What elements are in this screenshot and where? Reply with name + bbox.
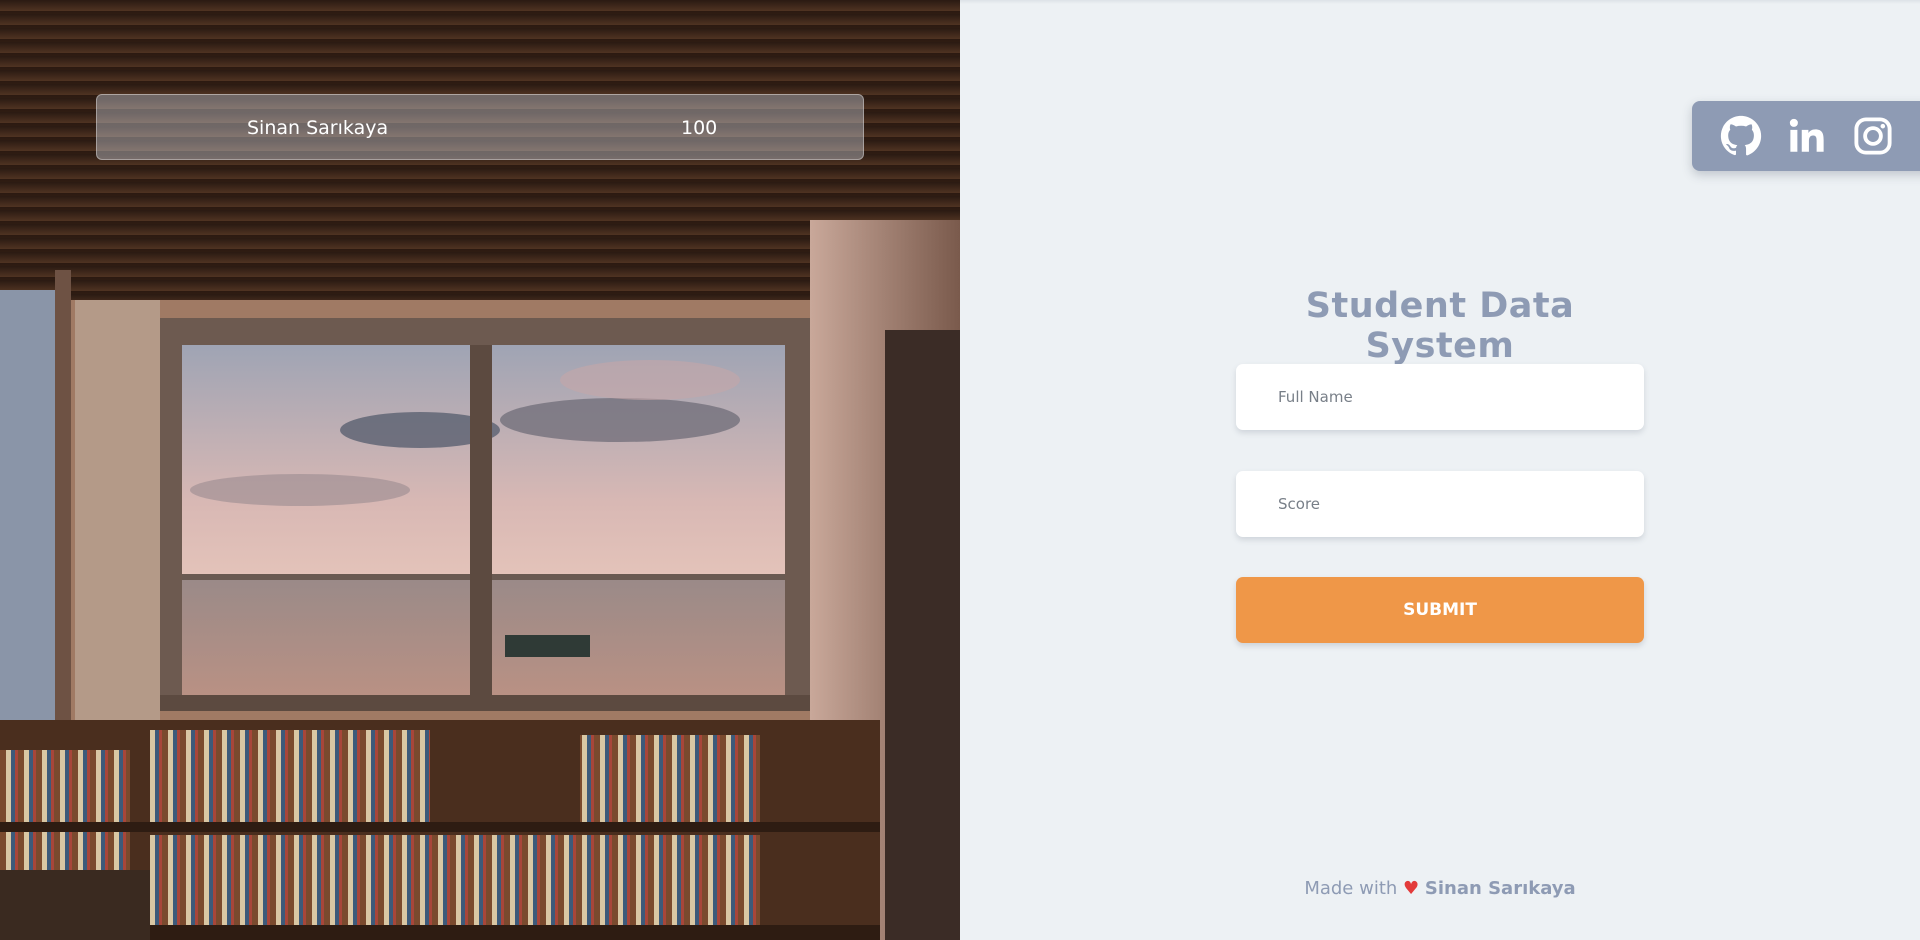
background-photo-panel: Sinan Sarıkaya 100 [0, 0, 960, 940]
student-form: Student Data System SUBMIT [1236, 286, 1644, 643]
page-title: Student Data System [1305, 286, 1575, 366]
footer-author-link[interactable]: Sinan Sarıkaya [1425, 878, 1576, 899]
record-name: Sinan Sarıkaya [247, 117, 389, 139]
social-links-bar [1692, 101, 1920, 171]
github-icon[interactable] [1720, 115, 1762, 157]
score-input[interactable] [1236, 471, 1644, 537]
instagram-icon[interactable] [1852, 115, 1894, 157]
student-record-list: Sinan Sarıkaya 100 [96, 94, 864, 160]
linkedin-icon[interactable] [1786, 115, 1828, 157]
submit-button[interactable]: SUBMIT [1236, 577, 1644, 643]
footer: Made with ♥ Sinan Sarıkaya [960, 878, 1920, 899]
heart-icon: ♥ [1403, 878, 1420, 899]
record-score: 100 [681, 117, 718, 139]
footer-prefix: Made with [1304, 878, 1398, 899]
record-row: Sinan Sarıkaya 100 [96, 94, 864, 160]
header-shadow [960, 0, 1920, 4]
full-name-input[interactable] [1236, 364, 1644, 430]
